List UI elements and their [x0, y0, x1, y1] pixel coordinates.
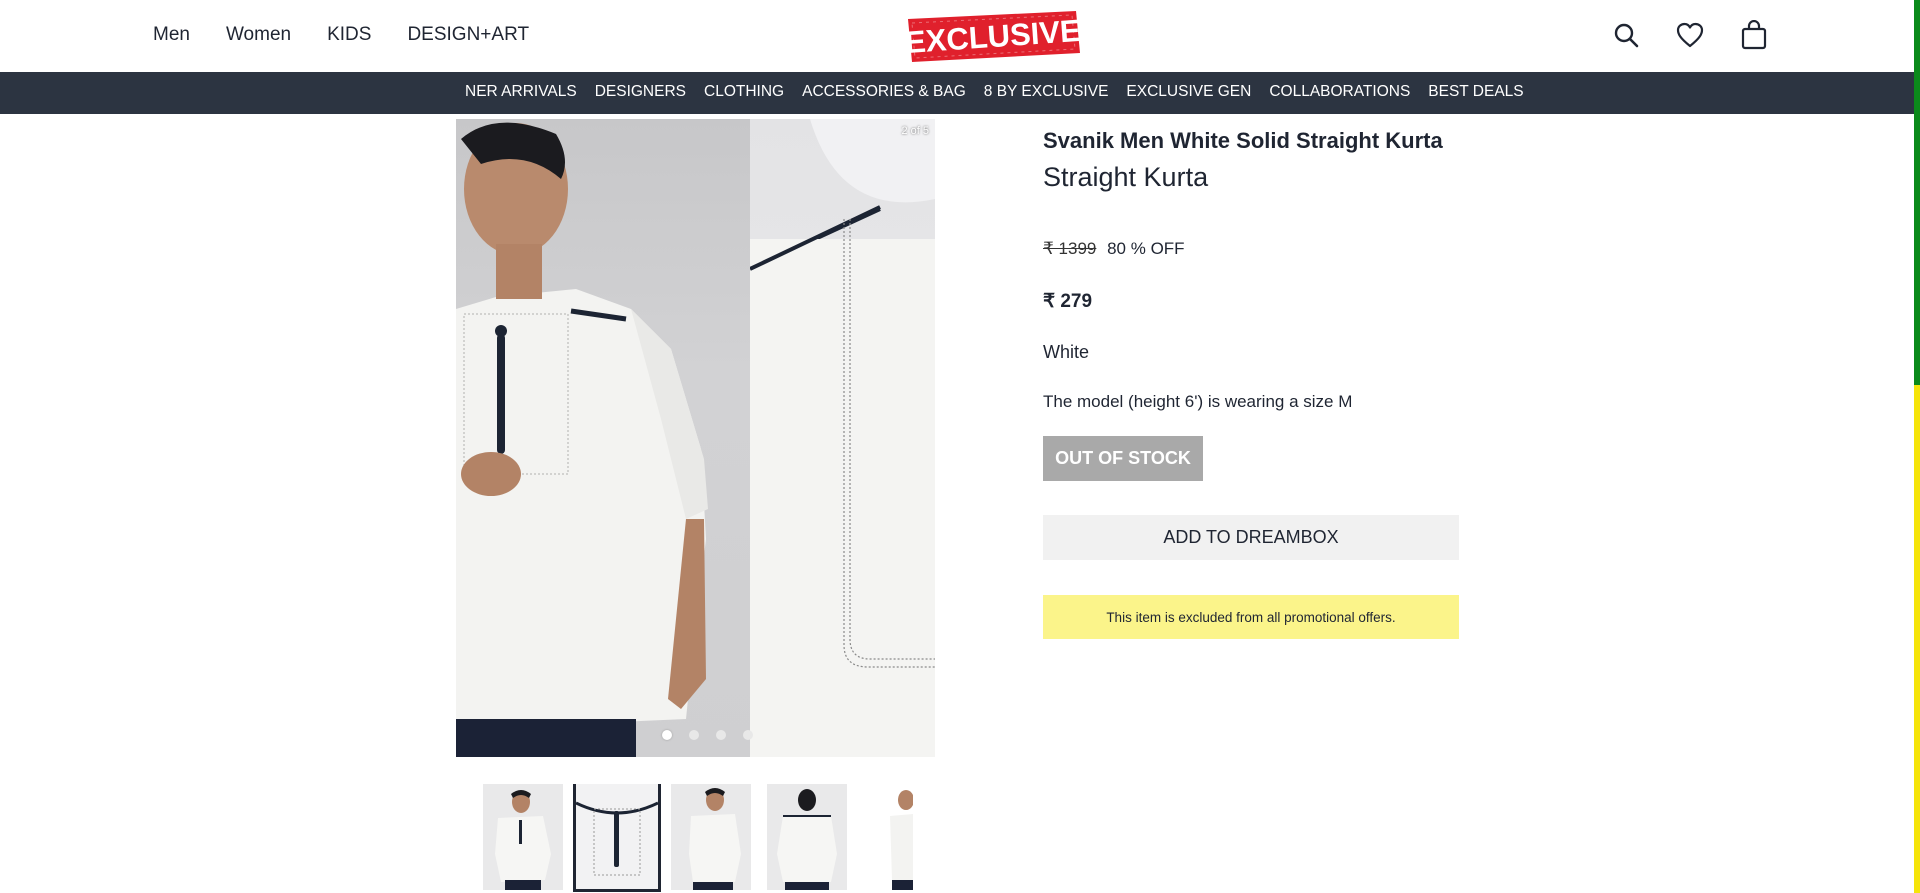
price-row: ₹ 1399 80 % OFF — [1043, 239, 1185, 259]
scrollbar-thumb[interactable] — [1914, 385, 1920, 893]
page-scrollbar[interactable] — [1914, 0, 1920, 893]
thumbnail-selected[interactable] — [573, 784, 661, 892]
nav-women[interactable]: Women — [226, 24, 291, 46]
product-title: Svanik Men White Solid Straight Kurta — [1043, 128, 1443, 153]
nav-men[interactable]: Men — [153, 24, 190, 46]
product-info: Svanik Men White Solid Straight Kurta St… — [1043, 128, 1463, 639]
header-icons — [1612, 20, 1768, 50]
category-clothing[interactable]: CLOTHING — [704, 83, 784, 101]
nav-kids[interactable]: KIDS — [327, 24, 371, 46]
detail-photo — [749, 119, 935, 757]
category-designers[interactable]: DESIGNERS — [595, 83, 686, 101]
carousel-dots — [662, 730, 753, 740]
primary-nav: Men Women KIDS DESIGN+ART — [153, 24, 565, 46]
exclusive-logo[interactable]: EXCLUSIVE — [904, 9, 1082, 64]
thumbnail[interactable] — [483, 784, 563, 890]
category-accessories-bag[interactable]: ACCESSORIES & BAG — [802, 83, 966, 101]
category-new-arrivals[interactable]: NER ARRIVALS — [465, 83, 577, 101]
add-to-dreambox-button[interactable]: ADD TO DREAMBOX — [1043, 515, 1459, 560]
out-of-stock-button: OUT OF STOCK — [1043, 436, 1203, 481]
top-header: Men Women KIDS DESIGN+ART EXCLUSIVE — [0, 0, 1920, 72]
discount-label: 80 % OFF — [1107, 239, 1185, 258]
promo-exclusion-note: This item is excluded from all promotion… — [1043, 595, 1459, 639]
category-exclusive-gen[interactable]: EXCLUSIVE GEN — [1126, 83, 1251, 101]
sale-price: ₹ 279 — [1043, 291, 1093, 312]
thumbnail[interactable] — [870, 784, 913, 890]
product-main-image[interactable]: 2 of 5 — [456, 119, 935, 757]
category-nav: NER ARRIVALS DESIGNERS CLOTHING ACCESSOR… — [465, 83, 1542, 101]
bag-icon[interactable] — [1740, 20, 1768, 50]
category-bar: NER ARRIVALS DESIGNERS CLOTHING ACCESSOR… — [0, 72, 1914, 114]
model-size-note: The model (height 6') is wearing a size … — [1043, 392, 1353, 411]
search-icon[interactable] — [1612, 20, 1640, 50]
category-collaborations[interactable]: COLLABORATIONS — [1269, 83, 1410, 101]
thumbnail[interactable] — [671, 784, 751, 890]
carousel-dot[interactable] — [743, 730, 753, 740]
carousel-dot[interactable] — [689, 730, 699, 740]
category-best-deals[interactable]: BEST DEALS — [1428, 83, 1523, 101]
image-counter: 2 of 5 — [901, 125, 929, 137]
thumbnail-strip — [483, 784, 913, 893]
product-color: White — [1043, 342, 1090, 362]
thumbnail[interactable] — [767, 784, 847, 890]
carousel-dot[interactable] — [716, 730, 726, 740]
heart-icon[interactable] — [1676, 20, 1704, 50]
model-photo — [456, 119, 750, 757]
nav-design-art[interactable]: DESIGN+ART — [407, 24, 529, 46]
category-8-by-exclusive[interactable]: 8 BY EXCLUSIVE — [984, 83, 1109, 101]
carousel-dot[interactable] — [662, 730, 672, 740]
product-subtitle: Straight Kurta — [1043, 162, 1209, 192]
original-price: ₹ 1399 — [1043, 239, 1097, 258]
